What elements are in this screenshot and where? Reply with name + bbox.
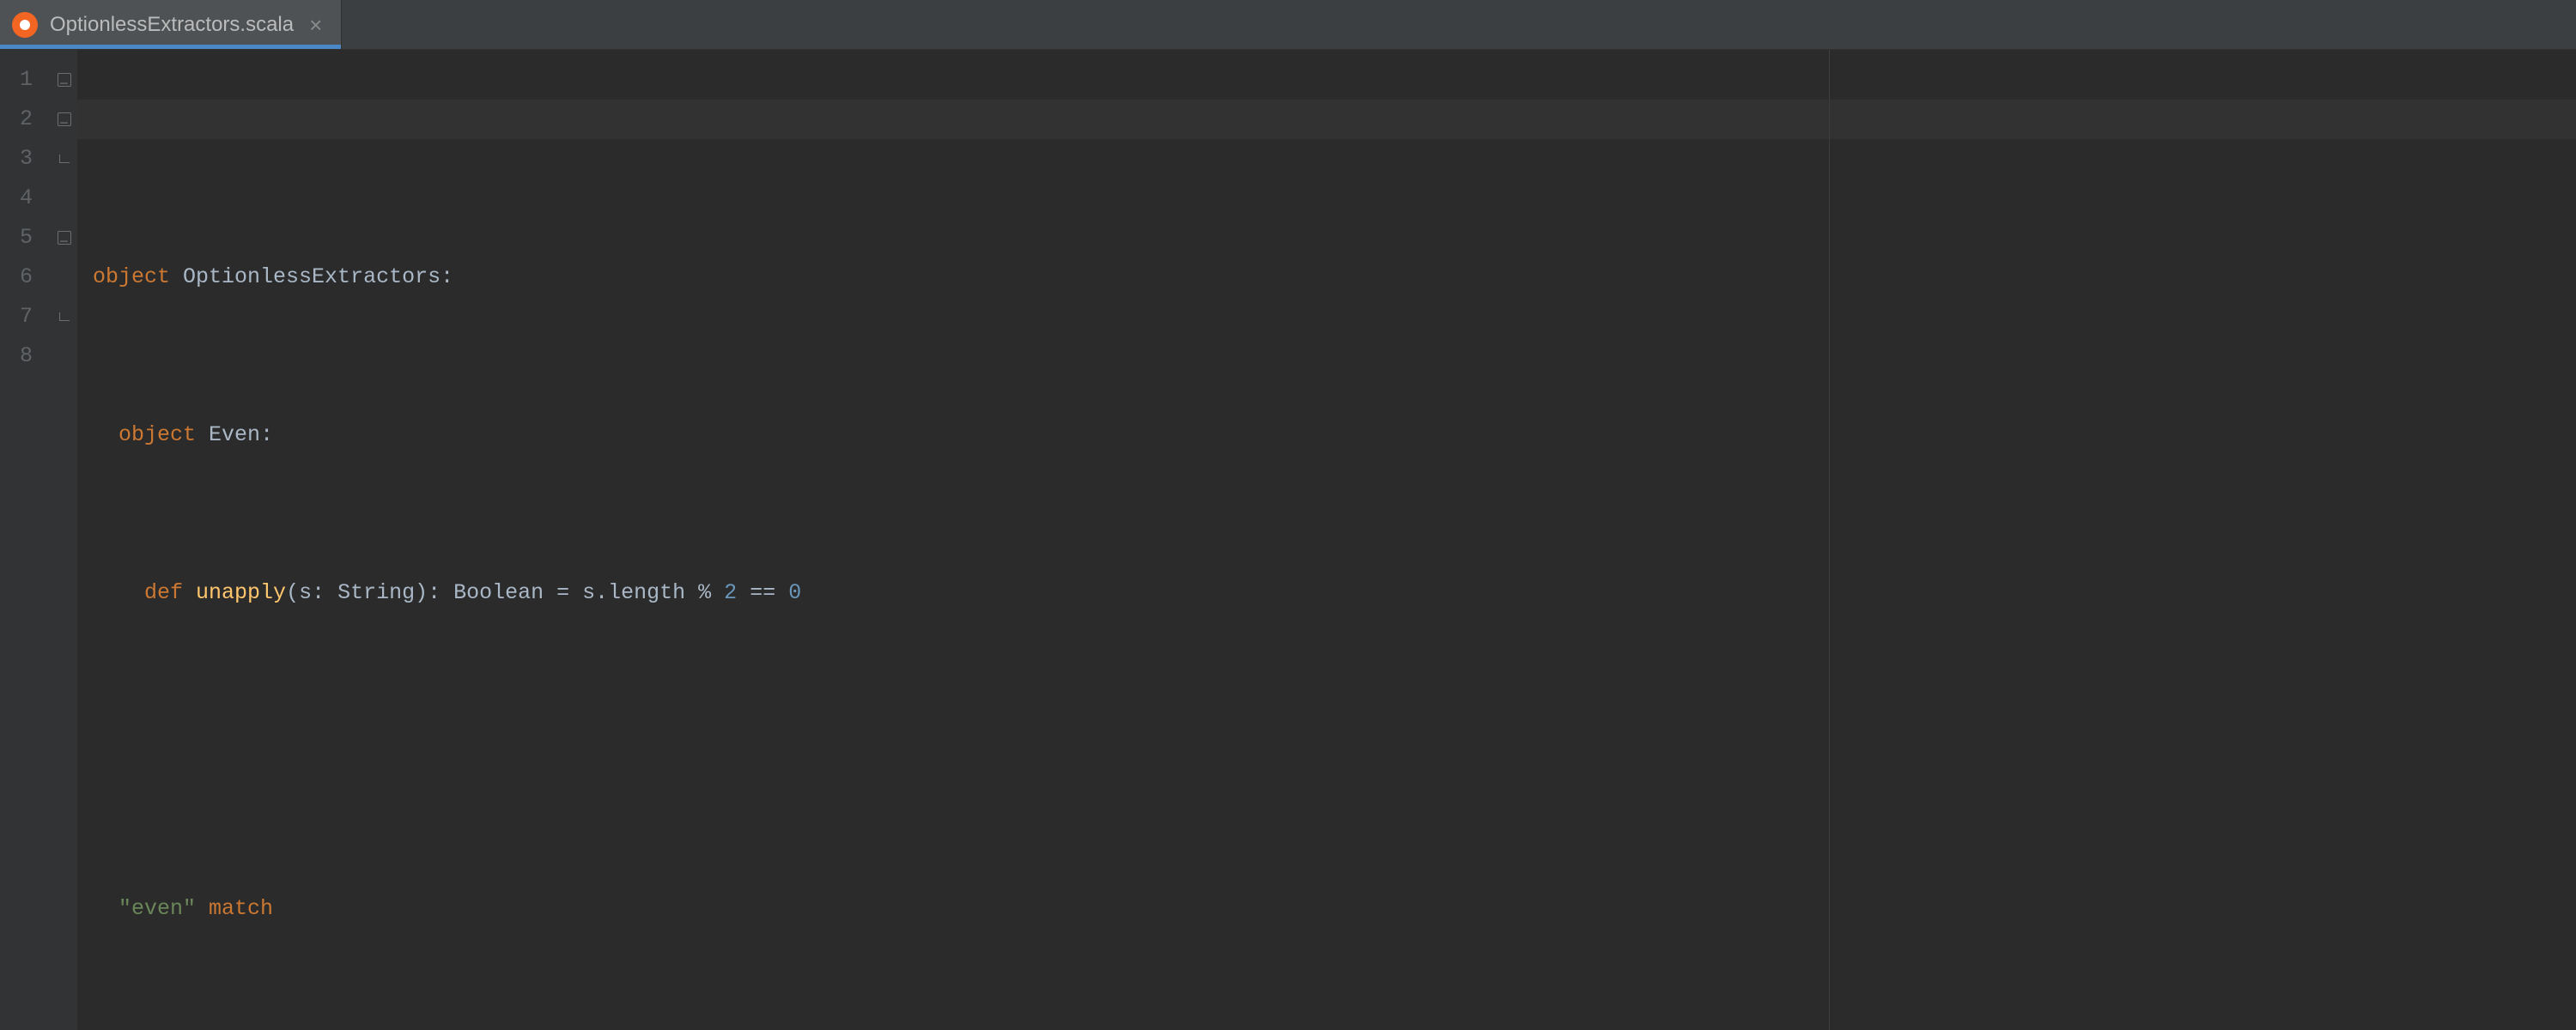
line-number: 3 [0, 139, 52, 179]
code-line: "even" match [77, 889, 2576, 929]
close-icon[interactable]: × [306, 14, 325, 36]
editor[interactable]: 1 2 3 4 5 6 7 8 object OptionlessExtract… [0, 50, 2576, 1030]
line-number-gutter: 1 2 3 4 5 6 7 8 [0, 50, 52, 1030]
fold-end-icon [59, 154, 70, 163]
right-margin-guide [1829, 50, 1830, 1030]
line-number: 8 [0, 336, 52, 376]
code-line [77, 731, 2576, 771]
fold-toggle-icon[interactable] [58, 73, 71, 87]
tab-filename: OptionlessExtractors.scala [50, 13, 294, 37]
fold-toggle-icon[interactable] [58, 112, 71, 126]
line-number: 4 [0, 179, 52, 218]
fold-gutter [52, 50, 77, 1030]
code-area[interactable]: object OptionlessExtractors: object Even… [77, 50, 2576, 1030]
file-tab[interactable]: OptionlessExtractors.scala × [0, 0, 342, 49]
code-line: def unapply(s: String): Boolean = s.leng… [77, 573, 2576, 613]
scala-file-icon [12, 12, 38, 38]
line-number: 6 [0, 258, 52, 297]
current-line-highlight [77, 100, 2576, 139]
fold-toggle-icon[interactable] [58, 231, 71, 245]
line-number: 7 [0, 297, 52, 336]
line-number: 5 [0, 218, 52, 258]
tab-bar: OptionlessExtractors.scala × [0, 0, 2576, 50]
code-line: object Even: [77, 415, 2576, 455]
code-line: object OptionlessExtractors: [77, 258, 2576, 297]
line-number: 2 [0, 100, 52, 139]
line-number: 1 [0, 60, 52, 100]
fold-end-icon [59, 312, 70, 321]
